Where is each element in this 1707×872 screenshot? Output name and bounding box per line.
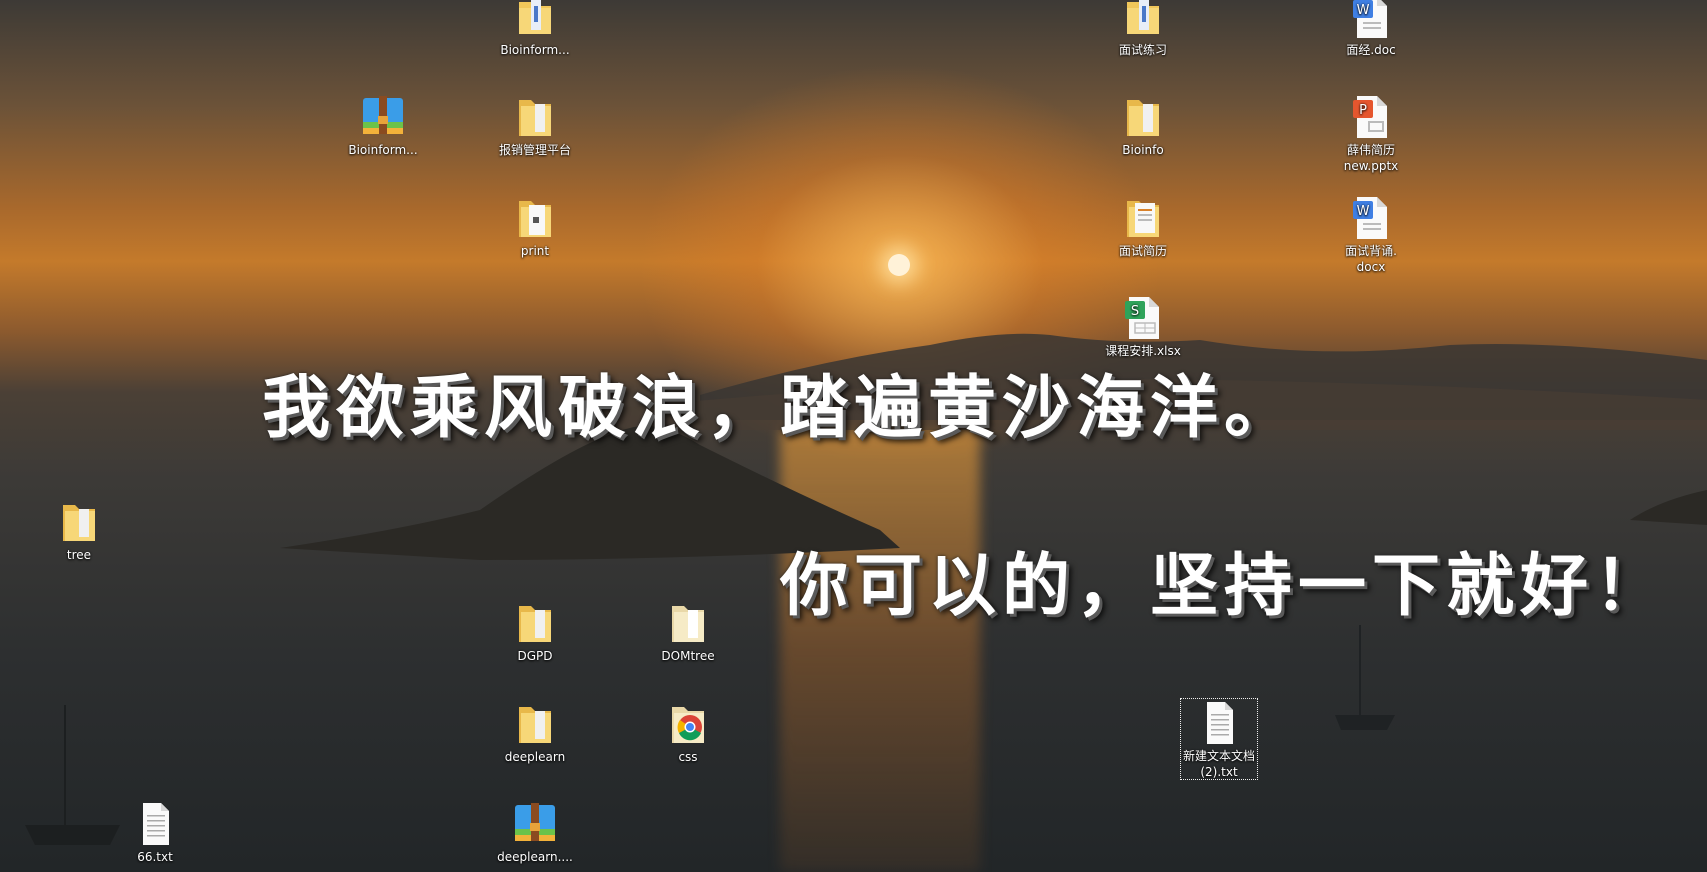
svg-text:S: S: [1131, 304, 1139, 319]
excel-document-icon: S: [1119, 293, 1167, 341]
desktop-icon-mianshi-beisong[interactable]: W 面试背诵. docx: [1331, 193, 1411, 275]
desktop-icon-mianjing-doc[interactable]: W 面经.doc: [1331, 0, 1411, 58]
zip-folder-icon: [1119, 0, 1167, 40]
desktop-icon-bioinform-folder[interactable]: Bioinform...: [495, 0, 575, 58]
desktop-icon-mianshi-jianli[interactable]: 面试简历: [1103, 193, 1183, 259]
chrome-folder-icon: [664, 699, 712, 747]
icon-label: css: [678, 750, 698, 764]
slogan-line2: 你可以的，坚持一下就好！: [780, 546, 1669, 626]
desktop-icon-tree[interactable]: tree: [39, 497, 119, 563]
desktop[interactable]: 我欲乘风破浪，踏遍黄沙海洋。 你可以的，坚持一下就好！ Bioinform...…: [0, 0, 1707, 872]
word-document-icon: W: [1347, 0, 1395, 40]
icon-label: 面试练习: [1118, 43, 1167, 57]
icon-label: 面试背诵. docx: [1345, 244, 1397, 274]
sailboat-left: [25, 705, 120, 845]
icon-label: deeplearn....: [497, 850, 573, 864]
icon-label: 66.txt: [137, 850, 173, 864]
word-document-icon: W: [1347, 193, 1395, 241]
icon-label: print: [520, 244, 550, 258]
desktop-icon-mianshi-lianxi[interactable]: 面试练习: [1103, 0, 1183, 58]
icon-label: 面经.doc: [1346, 43, 1396, 57]
desktop-icon-txt66[interactable]: 66.txt: [115, 799, 195, 865]
folder-icon: [511, 193, 559, 241]
icon-label: DGPD: [517, 649, 553, 663]
svg-text:P: P: [1359, 103, 1367, 118]
desktop-icon-kecheng-xlsx[interactable]: S 课程安排.xlsx: [1103, 293, 1183, 359]
icon-label: 面试简历: [1118, 244, 1167, 258]
small-island: [1630, 490, 1707, 525]
folder-icon: [511, 598, 559, 646]
desktop-icon-dgpd[interactable]: DGPD: [495, 598, 575, 664]
winrar-archive-icon: [359, 92, 407, 140]
icon-label: 薛伟简历 new.pptx: [1343, 143, 1399, 173]
sailboat: [1335, 625, 1395, 730]
desktop-icon-bioinfo[interactable]: Bioinfo: [1103, 92, 1183, 158]
desktop-icon-baoxiao[interactable]: 报销管理平台: [495, 92, 575, 158]
desktop-icon-css[interactable]: css: [648, 699, 728, 765]
winrar-archive-icon: [511, 799, 559, 847]
icon-label: 新建文本文档 (2).txt: [1182, 749, 1255, 779]
desktop-icon-deeplearn-zip[interactable]: deeplearn....: [495, 799, 575, 865]
desktop-icon-new-txt[interactable]: 新建文本文档 (2).txt: [1180, 698, 1258, 780]
desktop-icon-print[interactable]: print: [495, 193, 575, 259]
folder-icon: [511, 92, 559, 140]
folder-icon: [511, 699, 559, 747]
folder-icon: [1119, 92, 1167, 140]
icon-label: 课程安排.xlsx: [1105, 344, 1181, 358]
icon-label: Bioinform...: [348, 143, 418, 157]
powerpoint-document-icon: P: [1347, 92, 1395, 140]
folder-icon: [664, 598, 712, 646]
desktop-icon-bioinform-zip[interactable]: Bioinform...: [343, 92, 423, 158]
text-file-icon: [131, 799, 179, 847]
icon-label: DOMtree: [661, 649, 715, 663]
zip-folder-icon: [511, 0, 559, 40]
icon-label: tree: [66, 548, 92, 562]
desktop-icon-domtree[interactable]: DOMtree: [648, 598, 728, 664]
icon-label: Bioinform...: [500, 43, 570, 57]
icon-label: Bioinfo: [1122, 143, 1164, 157]
svg-text:W: W: [1357, 204, 1370, 219]
sun: [888, 254, 910, 276]
folder-icon: [1119, 193, 1167, 241]
svg-text:W: W: [1357, 3, 1370, 18]
folder-icon: [55, 497, 103, 545]
icon-label: 报销管理平台: [498, 143, 571, 157]
desktop-icon-xuewei-pptx[interactable]: P 薛伟简历 new.pptx: [1331, 92, 1411, 174]
slogan-line1: 我欲乘风破浪，踏遍黄沙海洋。: [262, 368, 1299, 448]
icon-label: deeplearn: [504, 750, 566, 764]
desktop-icon-deeplearn[interactable]: deeplearn: [495, 699, 575, 765]
text-file-icon: [1195, 698, 1243, 746]
